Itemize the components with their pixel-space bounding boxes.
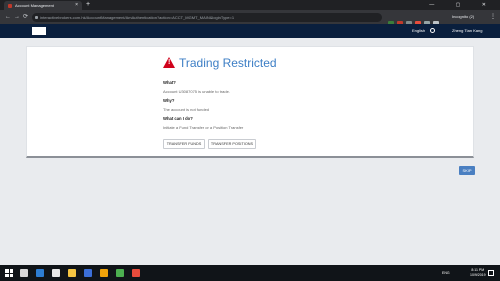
what-can-i-do-label: What can I do? <box>163 116 193 121</box>
address-bar[interactable]: interactivebrokers.com.hk/AccountManagem… <box>32 12 382 22</box>
input-language[interactable]: ENG <box>442 265 450 281</box>
browser-menu-icon[interactable]: ⋮ <box>490 10 496 24</box>
page-title: Trading Restricted <box>179 56 277 70</box>
what-can-i-do-text: Initiate a Fund Transfer or a Position T… <box>163 125 244 130</box>
browser-tab[interactable]: Account Management × <box>4 1 82 10</box>
notification-icon[interactable] <box>488 270 494 276</box>
chrome-icon[interactable] <box>116 269 124 277</box>
transfer-positions-button[interactable]: TRANSFER POSITIONS <box>208 139 256 149</box>
site-favicon-icon <box>8 3 12 8</box>
what-text: Account U3087075 is unable to trade. <box>163 89 230 94</box>
transfer-funds-button[interactable]: TRANSFER FUNDS <box>163 139 205 149</box>
file-explorer-icon[interactable] <box>68 269 76 277</box>
lock-icon <box>35 15 38 19</box>
clock-date: 10/9/2019 <box>470 273 486 277</box>
window-controls[interactable]: — ▢ ✕ <box>429 0 496 10</box>
windows-taskbar: ENG 8:11 PM 10/9/2019 <box>0 265 500 281</box>
tab-close-icon[interactable]: × <box>75 1 78 10</box>
url-text: interactivebrokers.com.hk/AccountManagem… <box>40 14 235 20</box>
site-header: English Zheng Tian Kang <box>0 24 500 38</box>
new-tab-button[interactable]: + <box>86 0 90 10</box>
search-icon[interactable] <box>20 269 28 277</box>
site-logo[interactable] <box>32 27 46 35</box>
mail-icon[interactable] <box>84 269 92 277</box>
skip-button[interactable]: SKIP <box>459 166 475 175</box>
store-icon[interactable] <box>52 269 60 277</box>
app-icon[interactable] <box>132 269 140 277</box>
tab-title: Account Management <box>15 3 54 8</box>
incognito-profile[interactable]: Incognito (2) <box>452 10 474 24</box>
user-menu[interactable]: Zheng Tian Kang <box>452 24 482 38</box>
system-clock[interactable]: 8:11 PM 10/9/2019 <box>470 268 486 278</box>
app-icon[interactable] <box>100 269 108 277</box>
globe-icon[interactable] <box>430 28 435 33</box>
browser-tab-bar: Account Management × + — ▢ ✕ <box>0 0 500 10</box>
windows-start-icon[interactable] <box>5 269 13 277</box>
reload-button[interactable]: ⟳ <box>23 10 28 24</box>
warning-icon: ! <box>163 57 175 68</box>
what-label: What? <box>163 80 176 85</box>
why-label: Why? <box>163 98 175 103</box>
forward-button[interactable]: → <box>14 10 20 24</box>
language-selector[interactable]: English <box>412 24 425 38</box>
back-button[interactable]: ← <box>5 10 11 24</box>
why-text: The account is not funded <box>163 107 210 112</box>
edge-icon[interactable] <box>36 269 44 277</box>
browser-toolbar: ← → ⟳ interactivebrokers.com.hk/AccountM… <box>0 10 500 27</box>
